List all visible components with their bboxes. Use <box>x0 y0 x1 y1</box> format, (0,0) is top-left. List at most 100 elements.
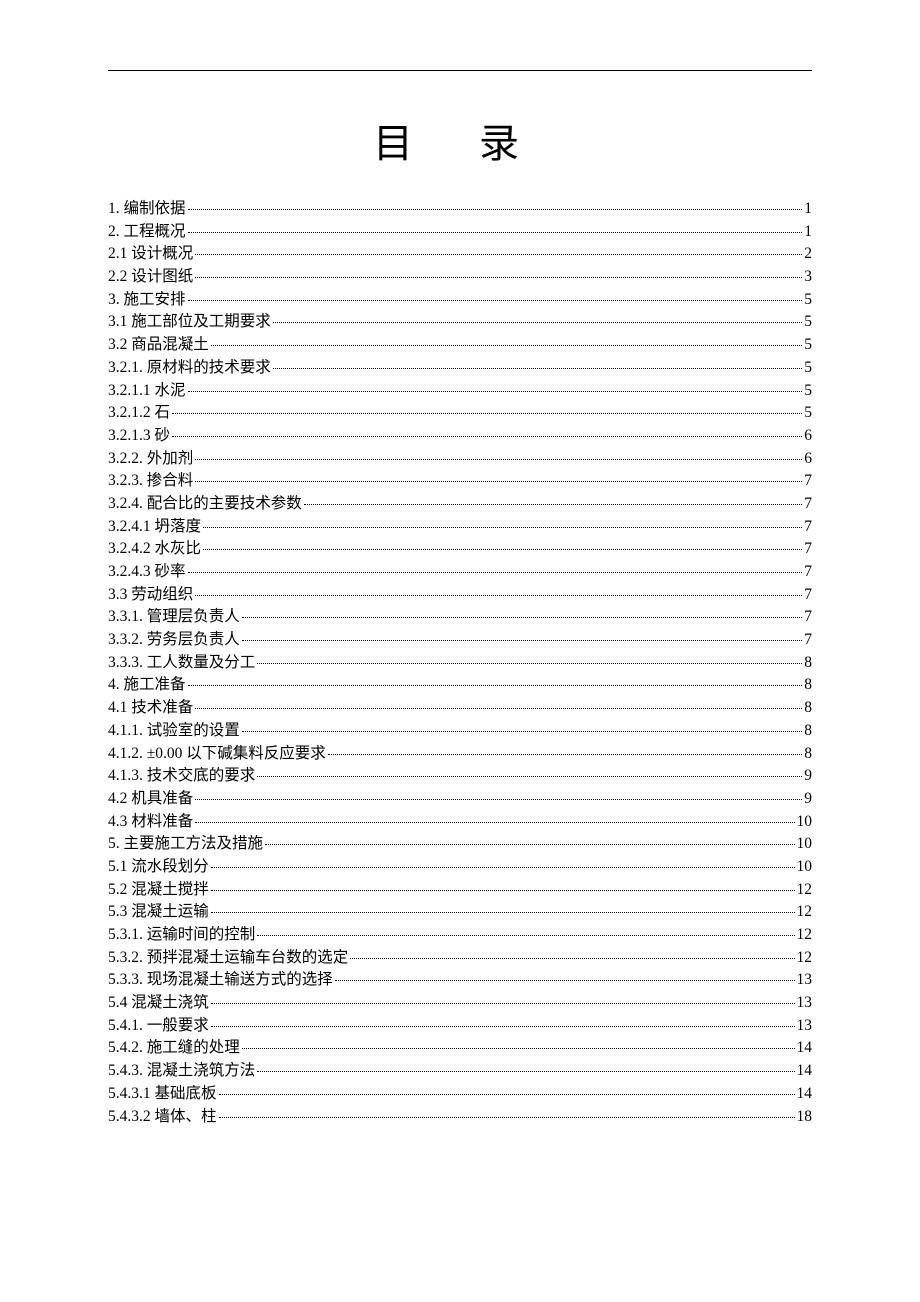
toc-entry-label: 3.2.4.2 水灰比 <box>108 541 201 557</box>
toc-leader-dots <box>188 232 803 233</box>
toc-entry-page: 8 <box>804 655 812 671</box>
toc-row: 5.3.2. 预拌混凝土运输车台数的选定12 <box>108 950 812 966</box>
toc-entry-label: 3.3 劳动组织 <box>108 587 193 603</box>
toc-row: 5.3.1. 运输时间的控制12 <box>108 927 812 943</box>
toc-row: 1. 编制依据 1 <box>108 201 812 217</box>
toc-entry-label: 3.2.4.3 砂率 <box>108 564 186 580</box>
toc-leader-dots <box>195 822 794 823</box>
toc-entry-page: 9 <box>804 768 812 784</box>
toc-leader-dots <box>211 345 802 346</box>
toc-entry-label: 3.2.1.2 石 <box>108 405 170 421</box>
toc-leader-dots <box>257 1071 794 1072</box>
toc-entry-label: 2. 工程概况 <box>108 224 186 240</box>
toc-entry-page: 5 <box>804 405 812 421</box>
toc-leader-dots <box>188 209 803 210</box>
toc-entry-page: 5 <box>804 383 812 399</box>
toc-row: 4.1 技术准备8 <box>108 700 812 716</box>
toc-leader-dots <box>242 1048 795 1049</box>
toc-entry-label: 5.4.2. 施工缝的处理 <box>108 1040 240 1056</box>
toc-entry-page: 14 <box>797 1040 813 1056</box>
toc-row: 3.3.2. 劳务层负责人7 <box>108 632 812 648</box>
toc-leader-dots <box>242 731 802 732</box>
header-rule <box>108 70 812 71</box>
toc-entry-page: 13 <box>797 995 813 1011</box>
toc-entry-label: 5.4.3.2 墙体、柱 <box>108 1109 217 1125</box>
toc-entry-page: 7 <box>804 541 812 557</box>
toc-leader-dots <box>195 799 802 800</box>
toc-row: 3.2.3. 掺合料7 <box>108 473 812 489</box>
toc-entry-label: 3.3.1. 管理层负责人 <box>108 609 240 625</box>
toc-entry-label: 5.4 混凝土浇筑 <box>108 995 209 1011</box>
toc-entry-label: 5.4.1. 一般要求 <box>108 1018 209 1034</box>
toc-entry-label: 5.1 流水段划分 <box>108 859 209 875</box>
toc-row: 3.2 商品混凝土5 <box>108 337 812 353</box>
toc-row: 5.4.1. 一般要求 13 <box>108 1018 812 1034</box>
toc-row: 5.4 混凝土浇筑 13 <box>108 995 812 1011</box>
toc-entry-label: 4.1.3. 技术交底的要求 <box>108 768 255 784</box>
toc-row: 5.4.3. 混凝土浇筑方法14 <box>108 1063 812 1079</box>
toc-row: 3.2.4. 配合比的主要技术参数7 <box>108 496 812 512</box>
toc-leader-dots <box>188 391 803 392</box>
toc-row: 4.3 材料准备10 <box>108 814 812 830</box>
toc-row: 4. 施工准备 8 <box>108 677 812 693</box>
toc-entry-label: 3.2.1.1 水泥 <box>108 383 186 399</box>
toc-entry-page: 1 <box>804 201 812 217</box>
toc-entry-label: 5.3.1. 运输时间的控制 <box>108 927 255 943</box>
toc-entry-label: 3.3.3. 工人数量及分工 <box>108 655 255 671</box>
toc-entry-label: 3.2.1.3 砂 <box>108 428 170 444</box>
toc-row: 5.2 混凝土搅拌12 <box>108 882 812 898</box>
toc-leader-dots <box>172 413 802 414</box>
toc-row: 2. 工程概况1 <box>108 224 812 240</box>
toc-entry-page: 13 <box>797 1018 813 1034</box>
toc-leader-dots <box>188 685 803 686</box>
toc-entry-page: 7 <box>804 564 812 580</box>
toc-entry-page: 7 <box>804 609 812 625</box>
toc-entry-page: 8 <box>804 677 812 693</box>
toc-leader-dots <box>203 527 802 528</box>
toc-entry-page: 2 <box>804 246 812 262</box>
toc-entry-label: 4.1.2. ±0.00 以下碱集料反应要求 <box>108 746 326 762</box>
toc-entry-label: 5. 主要施工方法及措施 <box>108 836 263 852</box>
toc-leader-dots <box>211 912 795 913</box>
toc-row: 4.1.3. 技术交底的要求 9 <box>108 768 812 784</box>
toc-entry-page: 6 <box>804 428 812 444</box>
toc-row: 5. 主要施工方法及措施 10 <box>108 836 812 852</box>
toc-row: 4.1.2. ±0.00 以下碱集料反应要求 8 <box>108 746 812 762</box>
toc-row: 3. 施工安排5 <box>108 292 812 308</box>
toc-leader-dots <box>304 504 802 505</box>
toc-entry-page: 10 <box>797 859 813 875</box>
toc-entry-label: 5.4.3. 混凝土浇筑方法 <box>108 1063 255 1079</box>
toc-entry-label: 1. 编制依据 <box>108 201 186 217</box>
toc-entry-page: 8 <box>804 723 812 739</box>
toc-entry-page: 3 <box>804 269 812 285</box>
toc-row: 4.2 机具准备9 <box>108 791 812 807</box>
toc-entry-page: 7 <box>804 587 812 603</box>
toc-leader-dots <box>195 595 802 596</box>
toc-entry-label: 5.3.3. 现场混凝土输送方式的选择 <box>108 972 333 988</box>
toc-entry-page: 10 <box>797 836 813 852</box>
toc-row: 4.1.1. 试验室的设置 8 <box>108 723 812 739</box>
toc-entry-label: 3.2.1. 原材料的技术要求 <box>108 360 271 376</box>
toc-entry-page: 6 <box>804 451 812 467</box>
toc-entry-page: 8 <box>804 746 812 762</box>
toc-entry-label: 2.1 设计概况 <box>108 246 193 262</box>
toc-row: 3.2.1.1 水泥 5 <box>108 383 812 399</box>
toc-row: 3.1 施工部位及工期要求5 <box>108 314 812 330</box>
toc-entry-label: 4.1.1. 试验室的设置 <box>108 723 240 739</box>
toc-entry-label: 4. 施工准备 <box>108 677 186 693</box>
toc-entry-page: 5 <box>804 314 812 330</box>
toc-leader-dots <box>257 776 802 777</box>
toc-leader-dots <box>242 640 802 641</box>
toc-leader-dots <box>242 617 802 618</box>
toc-row: 3.3.3. 工人数量及分工 8 <box>108 655 812 671</box>
toc-entry-label: 3.2.2. 外加剂 <box>108 451 193 467</box>
toc-leader-dots <box>265 844 794 845</box>
toc-leader-dots <box>195 481 802 482</box>
toc-row: 2.1 设计概况 2 <box>108 246 812 262</box>
toc-row: 5.3.3. 现场混凝土输送方式的选择13 <box>108 972 812 988</box>
toc-row: 3.3 劳动组织 7 <box>108 587 812 603</box>
toc-row: 5.4.2. 施工缝的处理 14 <box>108 1040 812 1056</box>
toc-entry-page: 5 <box>804 337 812 353</box>
toc-entry-label: 3.2.4.1 坍落度 <box>108 519 201 535</box>
toc-title: 目 录 <box>108 111 812 169</box>
